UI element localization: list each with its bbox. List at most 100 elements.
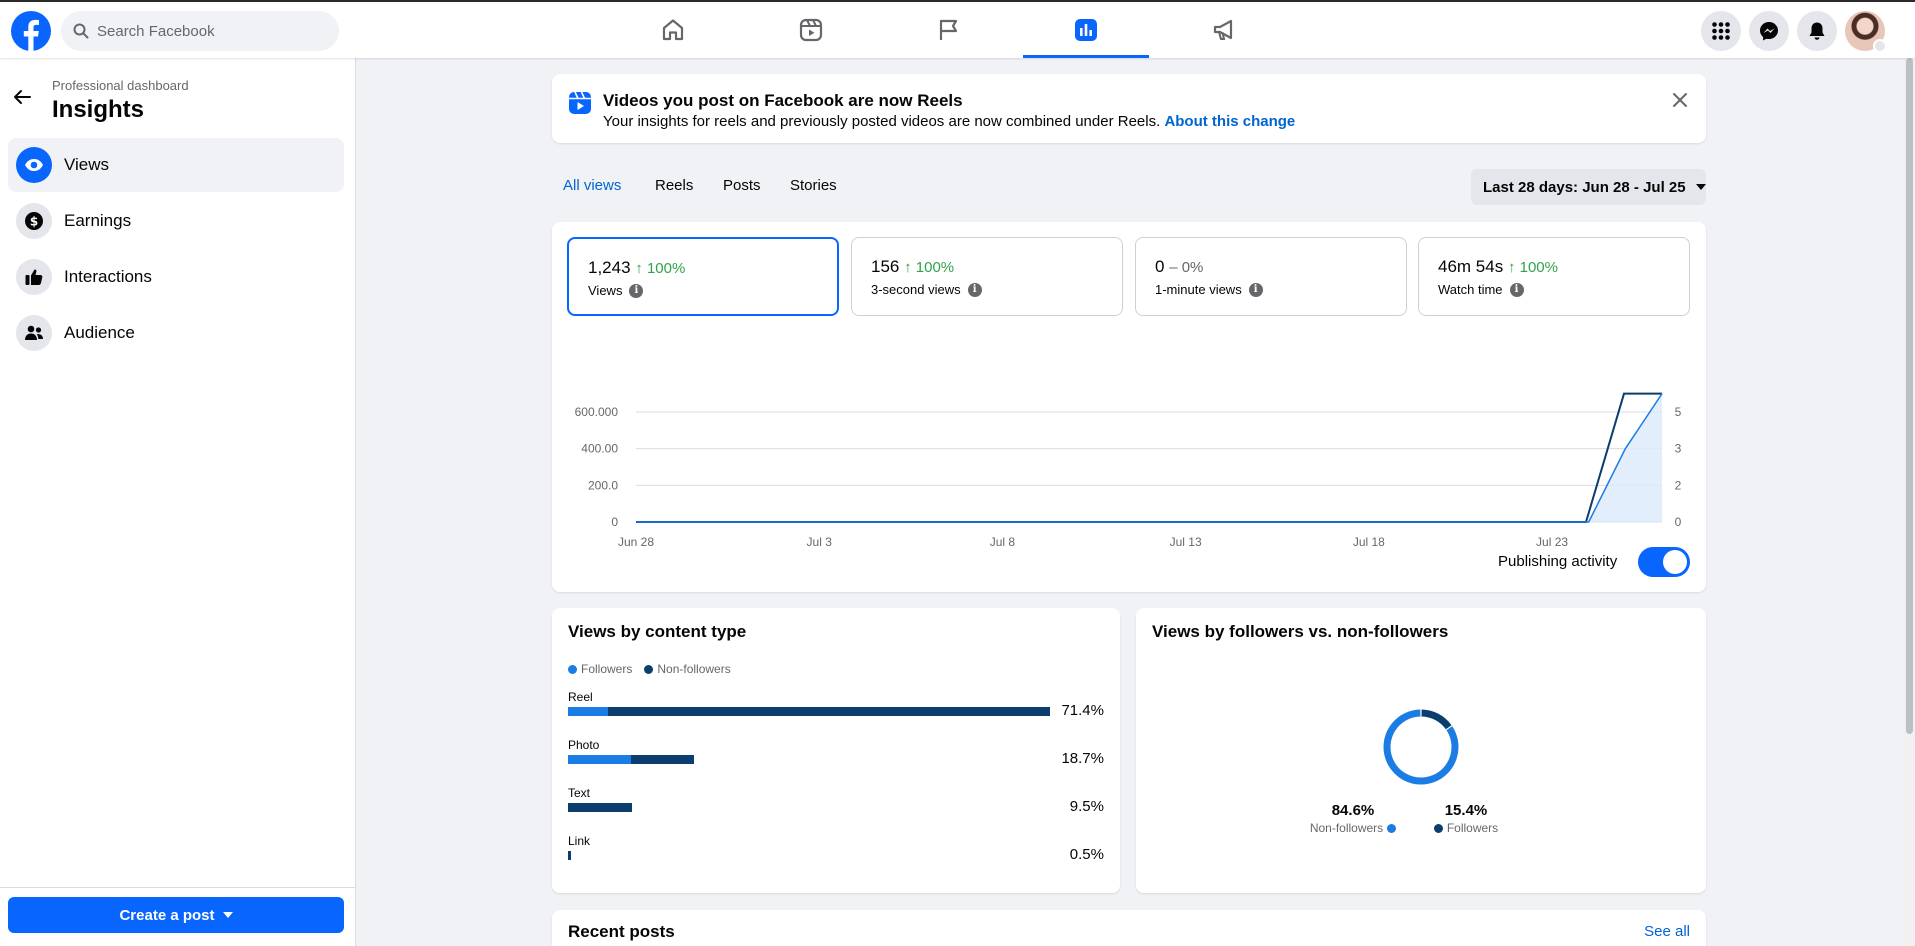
notifications-button[interactable] xyxy=(1797,11,1837,51)
pct-value: 15.4% xyxy=(1444,802,1488,819)
y-right-tick-label: 2 xyxy=(1675,478,1682,492)
messenger-button[interactable] xyxy=(1749,11,1789,51)
eye-icon xyxy=(16,147,52,183)
info-icon[interactable]: i xyxy=(1509,282,1524,297)
menu-grid-icon xyxy=(1712,22,1730,40)
metric-value: 156 ↑ 100% xyxy=(871,257,955,276)
home-icon xyxy=(662,19,684,41)
y-tick-label: 600.000 xyxy=(575,405,619,419)
x-tick-label: Jun 28 xyxy=(618,535,654,549)
metric-1-minute-views[interactable]: 0 – 0% 1-minute views i xyxy=(1135,237,1407,316)
pct-label: Non-followers xyxy=(1298,821,1408,835)
metric-views[interactable]: 1,243 ↑ 100% Views i xyxy=(567,237,839,316)
publishing-activity-toggle[interactable] xyxy=(1638,547,1690,577)
recent-posts-card: Recent posts See all xyxy=(552,910,1706,946)
search-input[interactable] xyxy=(97,22,317,40)
metric-value: 0 – 0% xyxy=(1155,257,1204,276)
content-type-row-photo: Photo 18.7% xyxy=(568,738,1104,778)
tab-reels[interactable]: Reels xyxy=(655,177,693,194)
followers-donut-chart xyxy=(1383,709,1459,785)
back-arrow-icon[interactable] xyxy=(10,85,34,109)
scrollbar-thumb[interactable] xyxy=(1906,58,1913,734)
pct-label: Followers xyxy=(1426,821,1506,835)
content-type-row-text: Text 9.5% xyxy=(568,786,1104,826)
y-tick-label: 0 xyxy=(611,515,618,529)
sidebar-item-label: Earnings xyxy=(64,211,132,230)
sidebar-item-views[interactable]: Views xyxy=(8,138,344,192)
thumbs-up-icon xyxy=(16,259,52,295)
metric-3-second-views[interactable]: 156 ↑ 100% 3-second views i xyxy=(851,237,1123,316)
nav-tab-ads[interactable] xyxy=(1161,2,1287,58)
card-title: Views by content type xyxy=(568,622,747,641)
bar-label: Text xyxy=(568,786,591,800)
reels-icon xyxy=(799,18,823,42)
sidebar-item-interactions[interactable]: Interactions xyxy=(8,250,344,304)
facebook-logo-icon[interactable] xyxy=(11,11,51,51)
bar-label: Reel xyxy=(568,690,593,704)
page-scrollbar[interactable] xyxy=(1904,58,1915,946)
bar-percentage: 9.5% xyxy=(1069,798,1104,815)
y-right-tick-label: 3 xyxy=(1675,442,1682,456)
x-tick-label: Jul 8 xyxy=(990,535,1016,549)
metric-label: Views i xyxy=(588,283,644,298)
series-line xyxy=(636,392,1662,523)
card-title: Views by followers vs. non-followers xyxy=(1152,622,1449,641)
notifications-bell-icon xyxy=(1809,22,1825,40)
y-right-tick-label: 0 xyxy=(1675,515,1682,529)
bar-track xyxy=(568,707,1050,716)
page-title: Insights xyxy=(52,96,145,123)
sidebar-item-earnings[interactable]: $ Earnings xyxy=(8,194,344,248)
account-chevron-down-icon[interactable] xyxy=(1873,39,1887,53)
info-icon[interactable]: i xyxy=(967,282,982,297)
nav-tab-reels[interactable] xyxy=(748,2,874,58)
legend-item-non-followers: Non-followers xyxy=(644,662,731,676)
pct-value: 84.6% xyxy=(1331,802,1375,819)
insights-chart-icon xyxy=(1075,19,1097,41)
tab-posts[interactable]: Posts xyxy=(723,177,761,194)
content-type-row-reel: Reel 71.4% xyxy=(568,690,1104,730)
pages-flag-icon xyxy=(939,19,958,40)
bar-non-followers-segment xyxy=(568,851,572,860)
ads-megaphone-icon xyxy=(1213,19,1233,40)
tab-stories[interactable]: Stories xyxy=(790,177,837,194)
info-icon[interactable]: i xyxy=(1248,282,1263,297)
create-post-button[interactable]: Create a post xyxy=(8,897,344,933)
top-navigation-bar xyxy=(0,0,1915,58)
bar-percentage: 71.4% xyxy=(1061,702,1104,719)
series-line xyxy=(636,393,1663,523)
y-tick-label: 200.0 xyxy=(588,478,618,492)
banner-title: Videos you post on Facebook are now Reel… xyxy=(603,91,963,110)
see-all-link[interactable]: See all xyxy=(1644,923,1690,940)
sidebar-item-label: Views xyxy=(64,155,110,174)
metric-watch-time[interactable]: 46m 54s ↑ 100% Watch time i xyxy=(1418,237,1690,316)
search-icon xyxy=(73,23,89,39)
insights-sidebar: Professional dashboard Insights Views $ … xyxy=(0,58,356,946)
bar-non-followers-segment xyxy=(608,707,1050,716)
bar-followers-segment xyxy=(568,707,609,716)
sidebar-item-audience[interactable]: Audience xyxy=(8,306,344,360)
y-right-tick-label: 5 xyxy=(1675,405,1682,419)
close-icon xyxy=(1673,93,1687,107)
card-title: Recent posts xyxy=(568,922,675,941)
nav-tab-insights[interactable] xyxy=(1023,2,1149,58)
tab-all-views[interactable]: All views xyxy=(563,177,621,194)
views-by-content-type-card: Views by content type Followers Non-foll… xyxy=(552,608,1120,893)
content-type-row-link: Link 0.5% xyxy=(568,834,1104,874)
y-tick-label: 400.00 xyxy=(581,442,618,456)
create-post-footer: Create a post xyxy=(0,887,355,946)
views-line-chart: 0 0 200.0 2 400.00 3 600.000 5 Jun 28 Jul 3 Jul 8 J… xyxy=(575,392,1682,549)
nav-tab-home[interactable] xyxy=(610,2,736,58)
metric-label: 1-minute views i xyxy=(1155,282,1263,297)
banner-subtitle-text: Your insights for reels and previously p… xyxy=(603,113,1161,130)
search-box[interactable] xyxy=(61,11,339,51)
menu-button[interactable] xyxy=(1701,11,1741,51)
info-icon[interactable]: i xyxy=(629,283,644,298)
about-this-change-link[interactable]: About this change xyxy=(1164,113,1295,130)
x-tick-label: Jul 23 xyxy=(1536,535,1568,549)
reels-notice-banner: Videos you post on Facebook are now Reel… xyxy=(552,74,1706,143)
date-range-dropdown[interactable]: Last 28 days: Jun 28 - Jul 25 xyxy=(1471,169,1706,205)
series-area xyxy=(636,393,1662,522)
close-banner-button[interactable] xyxy=(1666,86,1694,114)
metric-value: 46m 54s ↑ 100% xyxy=(1438,257,1558,276)
nav-tab-pages[interactable] xyxy=(886,2,1012,58)
